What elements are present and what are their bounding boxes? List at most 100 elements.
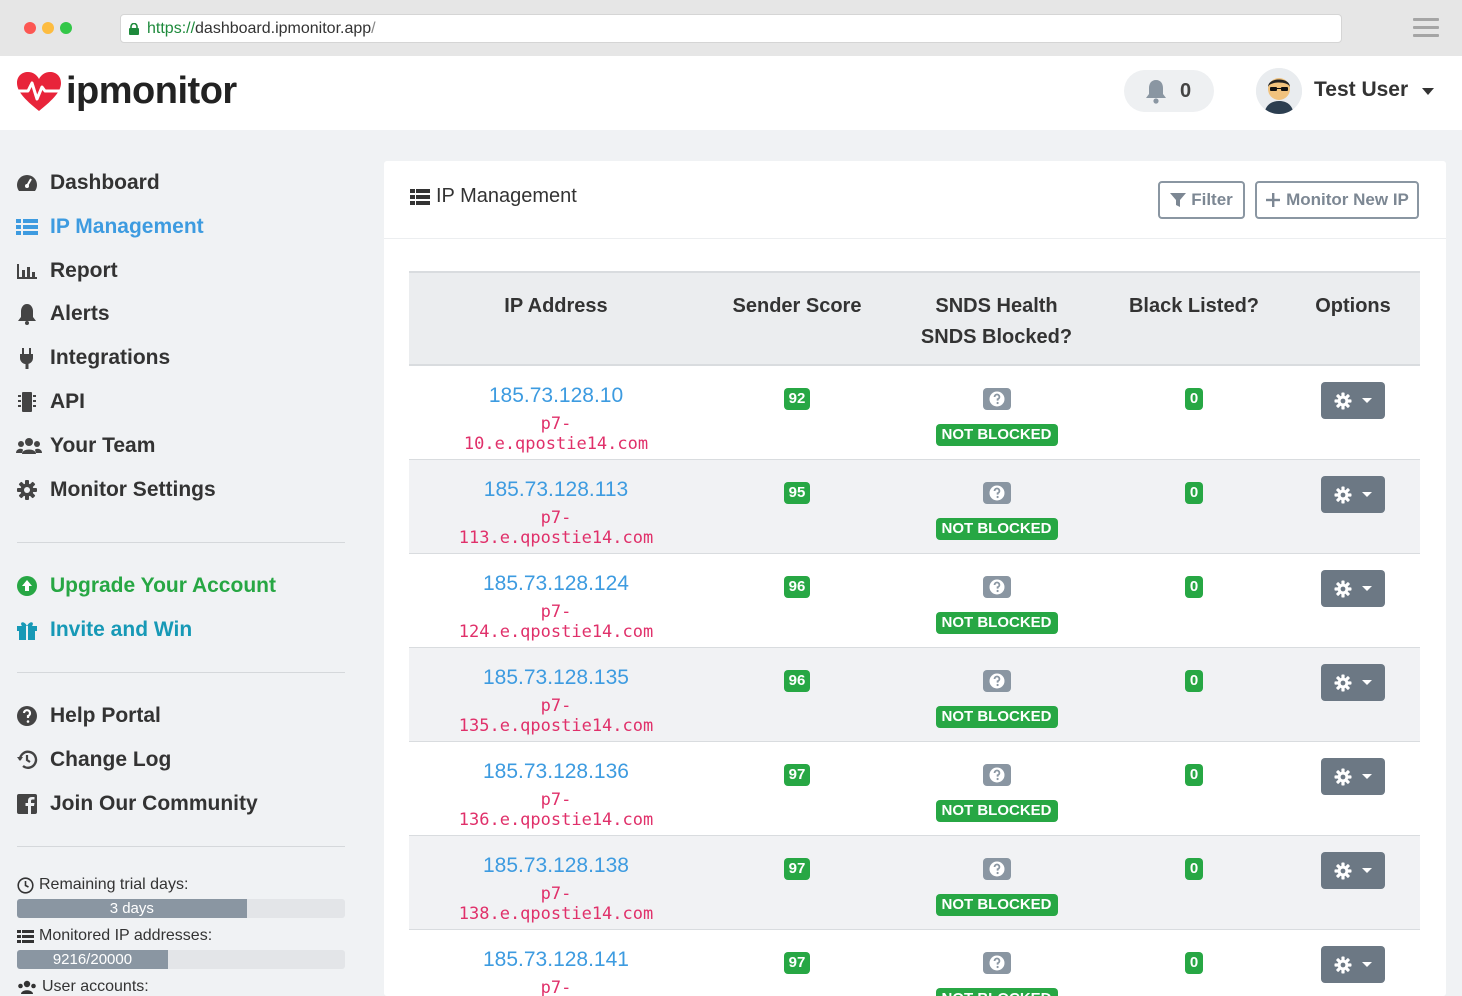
chevron-down-icon xyxy=(1362,398,1372,403)
snds-health-unknown-badge xyxy=(982,576,1011,598)
snds-cell: NOT BLOCKED xyxy=(899,482,1094,540)
hostname: p7-136.e.qpostie14.com xyxy=(458,790,654,830)
options-cell xyxy=(1293,852,1413,889)
ip-address-link[interactable]: 185.73.128.136 xyxy=(456,760,656,784)
blacklisted-count-badge: 0 xyxy=(1184,670,1204,692)
ip-address-link[interactable]: 185.73.128.138 xyxy=(456,854,656,878)
sidebar-item-your-team[interactable]: Your Team xyxy=(16,431,155,461)
sender-score-cell: 96 xyxy=(707,576,887,598)
sender-score-cell: 97 xyxy=(707,952,887,974)
sidebar-item-dashboard[interactable]: Dashboard xyxy=(16,168,160,198)
snds-health-unknown-badge xyxy=(982,670,1011,692)
minimize-window-button[interactable] xyxy=(42,22,54,34)
table-row: 185.73.128.141 p7-141.e.qpostie14.com 97 NO… xyxy=(409,930,1420,996)
row-options-button[interactable] xyxy=(1321,852,1385,889)
sidebar-item-label: Report xyxy=(50,259,118,282)
column-header-sender-score[interactable]: Sender Score xyxy=(707,291,887,322)
logo[interactable]: ipmonitor xyxy=(16,70,237,113)
chevron-down-icon xyxy=(1362,586,1372,591)
maximize-window-button[interactable] xyxy=(60,22,72,34)
snds-blocked-status-badge: NOT BLOCKED xyxy=(935,612,1058,634)
blacklisted-count-badge: 0 xyxy=(1184,576,1204,598)
blacklisted-count-badge: 0 xyxy=(1184,482,1204,504)
sidebar-item-monitor-settings[interactable]: Monitor Settings xyxy=(16,475,216,505)
table-row: 185.73.128.113 p7-113.e.qpostie14.com 95 NO… xyxy=(409,460,1420,554)
sidebar-item-join-community[interactable]: Join Our Community xyxy=(16,789,258,819)
hostname: p7-10.e.qpostie14.com xyxy=(463,414,649,454)
sender-score-badge: 97 xyxy=(783,952,811,974)
snds-cell: NOT BLOCKED xyxy=(899,764,1094,822)
sidebar-item-label: Dashboard xyxy=(50,171,160,194)
ip-cell: 185.73.128.136 p7-136.e.qpostie14.com xyxy=(456,760,656,830)
heart-pulse-logo-icon xyxy=(17,71,61,111)
avatar[interactable] xyxy=(1256,68,1302,114)
options-cell xyxy=(1293,664,1413,701)
blacklisted-count-badge: 0 xyxy=(1184,764,1204,786)
bell-icon xyxy=(1146,80,1166,104)
ip-cell: 185.73.128.113 p7-113.e.qpostie14.com xyxy=(456,478,656,548)
table-row: 185.73.128.10 p7-10.e.qpostie14.com 92 NOT … xyxy=(409,366,1420,460)
address-bar[interactable]: https://dashboard.ipmonitor.app/ xyxy=(120,14,1342,43)
ip-cell: 185.73.128.10 p7-10.e.qpostie14.com xyxy=(456,384,656,454)
gear-icon xyxy=(1334,862,1352,879)
user-avatar-icon xyxy=(1256,68,1302,114)
ip-address-link[interactable]: 185.73.128.124 xyxy=(456,572,656,596)
notifications-button[interactable]: 0 xyxy=(1124,70,1214,112)
sidebar-item-api[interactable]: API xyxy=(16,387,85,417)
snds-cell: NOT BLOCKED xyxy=(899,388,1094,446)
chevron-down-icon[interactable] xyxy=(1422,88,1434,95)
filter-button[interactable]: Filter xyxy=(1158,181,1245,219)
ip-address-link[interactable]: 185.73.128.135 xyxy=(456,666,656,690)
ip-address-link[interactable]: 185.73.128.10 xyxy=(456,384,656,408)
ip-address-link[interactable]: 185.73.128.113 xyxy=(456,478,656,502)
blacklisted-count-badge: 0 xyxy=(1184,388,1204,410)
snds-blocked-status-badge: NOT BLOCKED xyxy=(935,518,1058,540)
snds-cell: NOT BLOCKED xyxy=(899,952,1094,996)
sender-score-cell: 92 xyxy=(707,388,887,410)
sender-score-cell: 97 xyxy=(707,858,887,880)
monitor-new-ip-button[interactable]: Monitor New IP xyxy=(1255,181,1419,219)
sidebar-item-label: Join Our Community xyxy=(50,792,258,815)
options-cell xyxy=(1293,476,1413,513)
row-options-button[interactable] xyxy=(1321,570,1385,607)
blacklisted-cell: 0 xyxy=(1114,482,1274,504)
question-circle-icon xyxy=(989,955,1004,971)
url-path: / xyxy=(371,20,376,37)
row-options-button[interactable] xyxy=(1321,476,1385,513)
sidebar-item-report[interactable]: Report xyxy=(16,256,118,286)
close-window-button[interactable] xyxy=(24,22,36,34)
trial-days-label: Remaining trial days: xyxy=(17,876,188,894)
facebook-icon xyxy=(16,792,44,816)
browser-menu-icon[interactable] xyxy=(1413,18,1439,38)
ip-management-panel: IP Management Filter Monitor New IP IP A… xyxy=(384,161,1446,996)
row-options-button[interactable] xyxy=(1321,382,1385,419)
row-options-button[interactable] xyxy=(1321,946,1385,983)
clock-icon xyxy=(17,876,34,894)
column-header-options: Options xyxy=(1315,295,1391,317)
table-header: IP Address Sender Score SNDS Health SNDS… xyxy=(409,271,1420,366)
ip-cell: 185.73.128.135 p7-135.e.qpostie14.com xyxy=(456,666,656,736)
row-options-button[interactable] xyxy=(1321,664,1385,701)
column-header-blacklisted[interactable]: Black Listed? xyxy=(1114,291,1274,322)
gear-icon xyxy=(16,478,44,502)
column-header-snds[interactable]: SNDS Health SNDS Blocked? xyxy=(899,291,1094,353)
user-name[interactable]: Test User xyxy=(1314,78,1408,102)
sidebar-item-alerts[interactable]: Alerts xyxy=(16,299,110,329)
sidebar-item-upgrade-account[interactable]: Upgrade Your Account xyxy=(16,571,276,601)
snds-cell: NOT BLOCKED xyxy=(899,670,1094,728)
sidebar-item-ip-management[interactable]: IP Management xyxy=(16,212,204,242)
column-header-ip[interactable]: IP Address xyxy=(456,291,656,322)
sidebar-item-invite-and-win[interactable]: Invite and Win xyxy=(16,615,192,645)
gift-icon xyxy=(16,618,44,642)
sidebar-item-help-portal[interactable]: Help Portal xyxy=(16,701,161,731)
bell-icon xyxy=(16,302,44,326)
ip-address-link[interactable]: 185.73.128.141 xyxy=(456,948,656,972)
tachometer-icon xyxy=(16,171,44,195)
sidebar-item-change-log[interactable]: Change Log xyxy=(16,745,171,775)
row-options-button[interactable] xyxy=(1321,758,1385,795)
plug-icon xyxy=(16,346,44,370)
list-icon xyxy=(410,188,430,205)
sidebar-item-integrations[interactable]: Integrations xyxy=(16,343,170,373)
browser-chrome: https://dashboard.ipmonitor.app/ xyxy=(0,0,1462,56)
ip-table: IP Address Sender Score SNDS Health SNDS… xyxy=(409,271,1420,996)
